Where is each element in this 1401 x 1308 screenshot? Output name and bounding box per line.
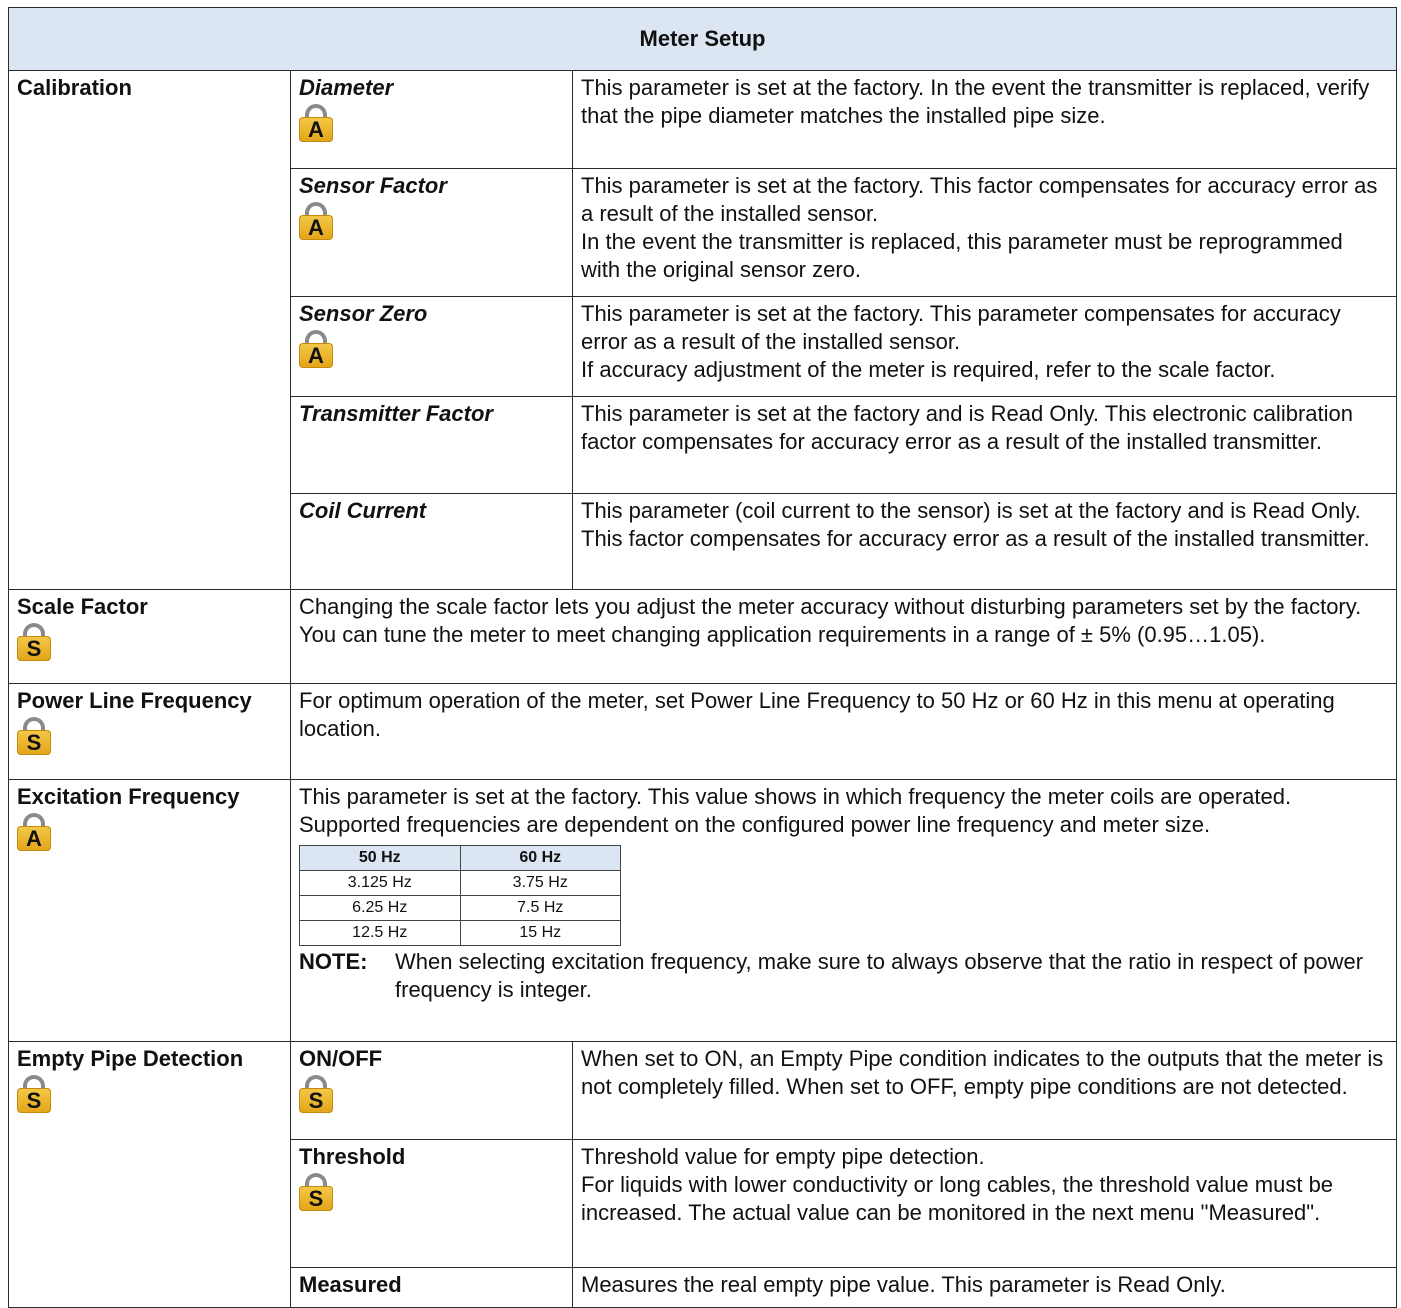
param-desc: This parameter is set at the factory and… xyxy=(572,396,1397,494)
table-row: Excitation Frequency A This parameter is… xyxy=(8,779,1397,1042)
param-desc: When set to ON, an Empty Pipe condition … xyxy=(572,1041,1397,1140)
note-label: NOTE: xyxy=(299,949,368,974)
note: NOTE: When selecting excitation frequenc… xyxy=(299,948,1388,1004)
power-line-cell: Power Line Frequency S xyxy=(8,683,291,780)
admin-lock-icon: A xyxy=(299,104,333,142)
service-lock-icon: S xyxy=(17,717,51,755)
table-row: 3.125 Hz 3.75 Hz xyxy=(299,870,621,896)
empty-pipe-cell: Empty Pipe Detection S xyxy=(8,1041,291,1308)
param-desc: This parameter (coil current to the sens… xyxy=(572,493,1397,590)
param-label: Sensor Factor xyxy=(299,173,447,198)
param-label: Diameter xyxy=(299,75,394,100)
param-label: Coil Current xyxy=(299,498,427,523)
freq-header: 60 Hz xyxy=(459,845,621,871)
scale-factor-desc: Changing the scale factor lets you adjus… xyxy=(290,589,1397,684)
table-row: 12.5 Hz 15 Hz xyxy=(299,920,621,946)
param-desc: This parameter is set at the factory. In… xyxy=(572,70,1397,169)
admin-lock-icon: A xyxy=(299,202,333,240)
param-label: ON/OFF xyxy=(299,1046,383,1071)
param-coil-current: Coil Current xyxy=(290,493,573,590)
frequency-table: 50 Hz 60 Hz 3.125 Hz 3.75 Hz 6.25 Hz 7.5… xyxy=(299,845,621,946)
power-line-label: Power Line Frequency xyxy=(17,688,252,713)
admin-lock-icon: A xyxy=(17,813,51,851)
param-label: Transmitter Factor xyxy=(299,401,493,426)
service-lock-icon: S xyxy=(17,623,51,661)
param-measured: Measured xyxy=(290,1267,573,1308)
calibration-cell: Calibration xyxy=(8,70,291,590)
param-diameter: Diameter A xyxy=(290,70,573,169)
param-desc: Measures the real empty pipe value. This… xyxy=(572,1267,1397,1308)
table-row: Calibration Diameter A This parameter is… xyxy=(8,70,1397,590)
scale-factor-cell: Scale Factor S xyxy=(8,589,291,684)
note-text: When selecting excitation frequency, mak… xyxy=(395,949,1364,1002)
admin-lock-icon: A xyxy=(299,330,333,368)
calibration-label: Calibration xyxy=(17,75,132,100)
param-desc: Threshold value for empty pipe detection… xyxy=(572,1139,1397,1268)
param-desc: This parameter is set at the factory. Th… xyxy=(572,168,1397,297)
param-label: Sensor Zero xyxy=(299,301,428,326)
param-sensor-factor: Sensor Factor A xyxy=(290,168,573,297)
param-label: Threshold xyxy=(299,1144,406,1169)
param-transmitter-factor: Transmitter Factor xyxy=(290,396,573,494)
param-on-off: ON/OFF S xyxy=(290,1041,573,1140)
table-row: Power Line Frequency S For optimum opera… xyxy=(8,683,1397,780)
meter-setup-table: Meter Setup Calibration Diameter A This … xyxy=(8,7,1397,1308)
table-row: Empty Pipe Detection S ON/OFF S When set… xyxy=(8,1041,1397,1308)
param-sensor-zero: Sensor Zero A xyxy=(290,296,573,397)
freq-header: 50 Hz xyxy=(299,845,461,871)
service-lock-icon: S xyxy=(299,1173,333,1211)
service-lock-icon: S xyxy=(299,1075,333,1113)
excitation-desc: This parameter is set at the factory. Th… xyxy=(290,779,1397,1042)
service-lock-icon: S xyxy=(17,1075,51,1113)
table-row: Scale Factor S Changing the scale factor… xyxy=(8,589,1397,684)
excitation-cell: Excitation Frequency A xyxy=(8,779,291,1042)
power-line-desc: For optimum operation of the meter, set … xyxy=(290,683,1397,780)
param-desc: This parameter is set at the factory. Th… xyxy=(572,296,1397,397)
table-row: 6.25 Hz 7.5 Hz xyxy=(299,895,621,921)
empty-pipe-label: Empty Pipe Detection xyxy=(17,1046,244,1071)
scale-factor-label: Scale Factor xyxy=(17,594,148,619)
param-threshold: Threshold S xyxy=(290,1139,573,1268)
param-label: Measured xyxy=(299,1272,402,1297)
excitation-label: Excitation Frequency xyxy=(17,784,240,809)
table-title: Meter Setup xyxy=(8,7,1397,71)
